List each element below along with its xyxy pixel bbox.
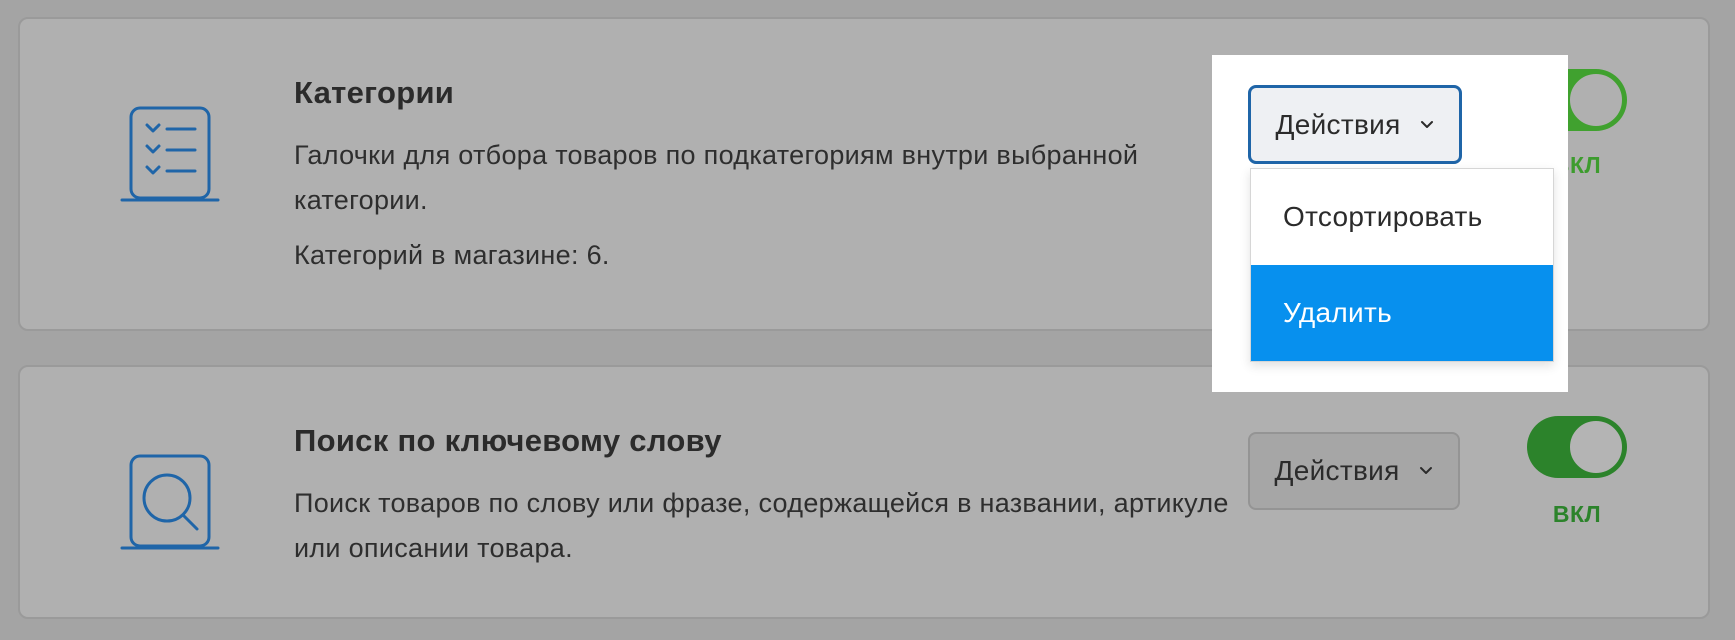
chevron-down-icon bbox=[1418, 463, 1434, 479]
feature-description: Поиск товаров по слову или фразе, содерж… bbox=[294, 488, 1229, 563]
chevron-down-icon bbox=[1419, 117, 1435, 133]
category-count: Категорий в магазине: 6. bbox=[294, 240, 610, 270]
menu-item-delete[interactable]: Удалить bbox=[1251, 265, 1553, 361]
actions-dropdown-button[interactable]: Действия bbox=[1248, 85, 1462, 164]
actions-dropdown-spotlight: Действия Отсортировать Удалить bbox=[1212, 55, 1568, 392]
toggle-knob bbox=[1568, 72, 1624, 128]
toggle-knob bbox=[1568, 419, 1624, 475]
feature-description: Галочки для отбора товаров по подкатегор… bbox=[294, 140, 1139, 215]
menu-item-sort[interactable]: Отсортировать bbox=[1251, 169, 1553, 265]
actions-dropdown-button[interactable]: Действия bbox=[1248, 432, 1460, 510]
checklist-icon bbox=[104, 82, 234, 212]
search-icon bbox=[104, 430, 234, 560]
feature-title: Категории bbox=[294, 75, 455, 110]
toggle-status-label: ВКЛ bbox=[1552, 501, 1602, 527]
actions-button-label: Действия bbox=[1274, 455, 1400, 486]
feature-title: Поиск по ключевому слову bbox=[294, 423, 722, 458]
feature-card-keyword-search: Поиск по ключевому слову Поиск товаров п… bbox=[18, 365, 1710, 619]
feature-toggle[interactable] bbox=[1527, 416, 1627, 478]
actions-button-label: Действия bbox=[1275, 108, 1401, 140]
actions-dropdown-menu: Отсортировать Удалить bbox=[1250, 168, 1554, 362]
